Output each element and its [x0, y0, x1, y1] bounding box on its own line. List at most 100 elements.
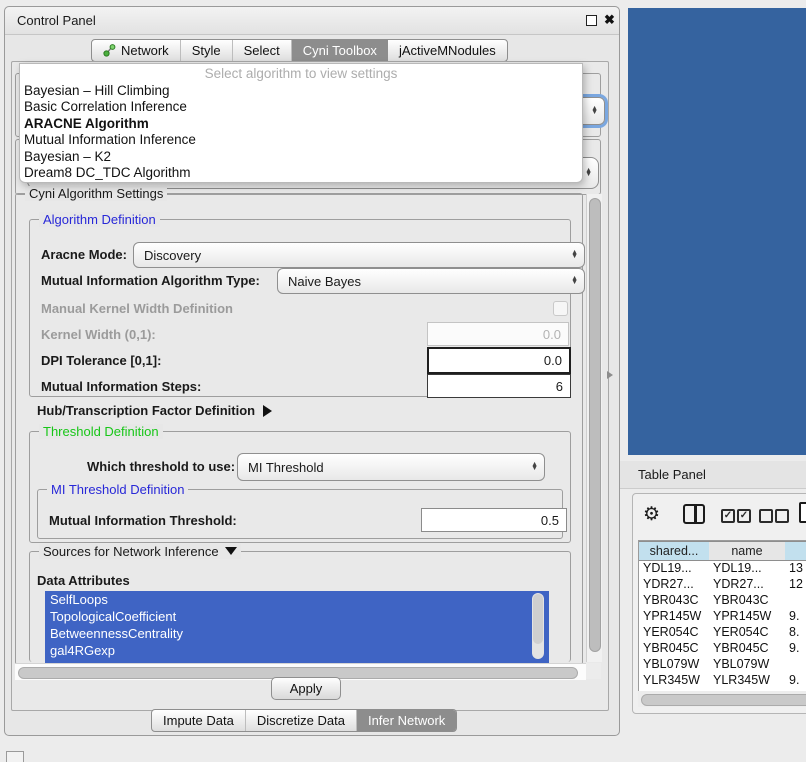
table-cell[interactable]: 13 — [789, 561, 803, 575]
tab-cyni-toolbox[interactable]: Cyni Toolbox — [292, 40, 388, 61]
table-cell[interactable]: YDL19... — [643, 561, 692, 575]
table-horizontal-scrollbar-thumb[interactable] — [641, 694, 806, 706]
attr-list-scrollbar-thumb[interactable] — [533, 594, 543, 644]
dpi-tolerance-field[interactable]: 0.0 — [427, 347, 571, 374]
table-cell[interactable]: YDL19... — [713, 561, 762, 575]
tab-infer-network[interactable]: Infer Network — [357, 710, 456, 731]
sources-group-title: Sources for Network Inference — [39, 544, 241, 559]
table-cell[interactable]: YBL079W — [643, 657, 699, 671]
algorithm-option[interactable]: ARACNE Algorithm — [20, 116, 582, 132]
combo-arrows-icon: ▲▼ — [525, 463, 538, 472]
table-cell[interactable]: 12 — [789, 577, 803, 591]
combo-arrows-icon: ▲▼ — [565, 277, 578, 286]
algorithm-option[interactable]: Bayesian – Hill Climbing — [20, 83, 582, 99]
close-icon[interactable]: ✖ — [604, 12, 615, 28]
scrollbar-corner — [586, 663, 601, 679]
algorithm-definition-title: Algorithm Definition — [39, 212, 160, 227]
mi-type-combo[interactable]: Naive Bayes ▲▼ — [277, 268, 585, 294]
manual-kernel-checkbox[interactable] — [553, 301, 568, 316]
settings-vertical-scrollbar-thumb[interactable] — [589, 198, 601, 652]
table-cell[interactable]: YBR043C — [713, 593, 769, 607]
control-panel-titlebar: Control Panel ✖ — [5, 7, 619, 35]
algorithm-option[interactable]: Dream8 DC_TDC Algorithm — [20, 165, 582, 181]
control-panel-tabstrip: Network Style Select Cyni Toolbox jActiv… — [91, 39, 508, 62]
attr-list-scrollbar-track[interactable] — [532, 593, 544, 659]
table-cell[interactable]: YBL079W — [713, 657, 769, 671]
deselect-all-checkbox-icon[interactable] — [759, 509, 773, 523]
table-column-header[interactable]: shared... — [639, 541, 710, 561]
tab-select[interactable]: Select — [233, 40, 292, 61]
table-panel: ⚙ ✓ ✓ shared...name YDL19... YDL19... 13 YD… — [632, 493, 806, 714]
table-cell[interactable]: 9. — [789, 673, 799, 687]
algorithm-option[interactable]: Bayesian – K2 — [20, 149, 582, 165]
algorithm-dropdown-prompt: Select algorithm to view settings — [20, 66, 582, 83]
mi-steps-label: Mutual Information Steps: — [41, 379, 201, 394]
algorithm-option[interactable]: Basic Correlation Inference — [20, 99, 582, 115]
mi-steps-value: 6 — [556, 379, 563, 394]
tab-discretize-data-label: Discretize Data — [257, 713, 345, 728]
tab-select-label: Select — [244, 43, 280, 58]
table-header-row: shared...name — [639, 541, 806, 560]
table-cell[interactable]: YLR345W — [643, 673, 700, 687]
tab-impute-data[interactable]: Impute Data — [152, 710, 246, 731]
tab-network-label: Network — [121, 43, 169, 58]
tab-style[interactable]: Style — [181, 40, 233, 61]
select-all-checkbox-icon2[interactable]: ✓ — [737, 509, 751, 523]
data-attributes-list[interactable]: SelfLoopsTopologicalCoefficientBetweenne… — [45, 591, 549, 663]
aracne-mode-combo[interactable]: Discovery ▲▼ — [133, 242, 585, 268]
data-attribute-item[interactable]: TopologicalCoefficient — [45, 608, 549, 625]
mi-threshold-group-title: MI Threshold Definition — [47, 482, 188, 497]
hub-definition-label: Hub/Transcription Factor Definition — [37, 403, 255, 418]
table-cell[interactable]: YLR345W — [713, 673, 770, 687]
table-cell[interactable]: YER054C — [713, 625, 769, 639]
dpi-tolerance-label: DPI Tolerance [0,1]: — [41, 353, 161, 368]
splitter-handle[interactable] — [607, 371, 613, 379]
which-threshold-combo[interactable]: MI Threshold ▲▼ — [237, 453, 545, 481]
tab-jactivemnodules[interactable]: jActiveMNodules — [388, 40, 507, 61]
node-table: shared...name YDL19... YDL19... 13 YDR27...… — [638, 540, 806, 692]
apply-button[interactable]: Apply — [271, 677, 341, 700]
data-attribute-item[interactable]: SelfLoops — [45, 591, 549, 608]
mi-steps-field[interactable]: 6 — [427, 374, 571, 398]
table-cell[interactable]: YPR145W — [713, 609, 771, 623]
hub-definition-toggle[interactable]: Hub/Transcription Factor Definition — [37, 403, 272, 418]
table-cell[interactable]: YBR043C — [643, 593, 699, 607]
table-cell[interactable]: 9. — [789, 609, 799, 623]
table-column-header[interactable] — [785, 541, 806, 561]
table-cell[interactable]: YPR145W — [643, 609, 701, 623]
table-cell[interactable]: YBR045C — [713, 641, 769, 655]
tab-infer-network-label: Infer Network — [368, 713, 445, 728]
kernel-width-field[interactable]: 0.0 — [427, 322, 569, 346]
settings-gear-icon[interactable]: ⚙ — [643, 503, 660, 526]
function-builder-icon[interactable] — [799, 502, 806, 523]
table-column-header[interactable]: name — [709, 541, 786, 561]
deselect-all-checkbox-icon2[interactable] — [775, 509, 789, 523]
table-cell[interactable]: 8. — [789, 625, 799, 639]
data-attribute-item[interactable]: BetweennessCentrality — [45, 625, 549, 642]
control-panel-window: Control Panel ✖ Network Style Select Cyn… — [4, 6, 620, 736]
data-attributes-label: Data Attributes — [37, 573, 130, 588]
mi-threshold-value: 0.5 — [541, 513, 559, 528]
table-cell[interactable]: YER054C — [643, 625, 699, 639]
table-cell[interactable]: 9. — [789, 641, 799, 655]
table-horizontal-scrollbar[interactable] — [638, 691, 806, 707]
table-panel-title: Table Panel — [638, 467, 706, 482]
mi-threshold-field[interactable]: 0.5 — [421, 508, 567, 532]
combo-arrows-icon: ▲▼ — [585, 107, 598, 116]
table-cell[interactable]: YBR045C — [643, 641, 699, 655]
kernel-width-value: 0.0 — [543, 327, 561, 342]
sources-title-text: Sources for Network Inference — [43, 544, 219, 559]
mi-threshold-label: Mutual Information Threshold: — [49, 513, 237, 528]
collapsed-panel-icon[interactable] — [6, 751, 24, 762]
settings-vertical-scrollbar[interactable] — [586, 194, 602, 662]
tab-network[interactable]: Network — [92, 40, 181, 61]
table-cell[interactable]: YDR27... — [713, 577, 764, 591]
table-cell[interactable]: YDR27... — [643, 577, 694, 591]
data-attribute-item[interactable]: gal4RGexp — [45, 642, 549, 659]
select-all-checkbox-icon[interactable]: ✓ — [721, 509, 735, 523]
tab-discretize-data[interactable]: Discretize Data — [246, 710, 357, 731]
combo-arrows-icon: ▲▼ — [565, 251, 578, 260]
float-window-icon[interactable] — [586, 15, 597, 26]
split-view-icon[interactable] — [683, 504, 705, 524]
algorithm-option[interactable]: Mutual Information Inference — [20, 132, 582, 148]
